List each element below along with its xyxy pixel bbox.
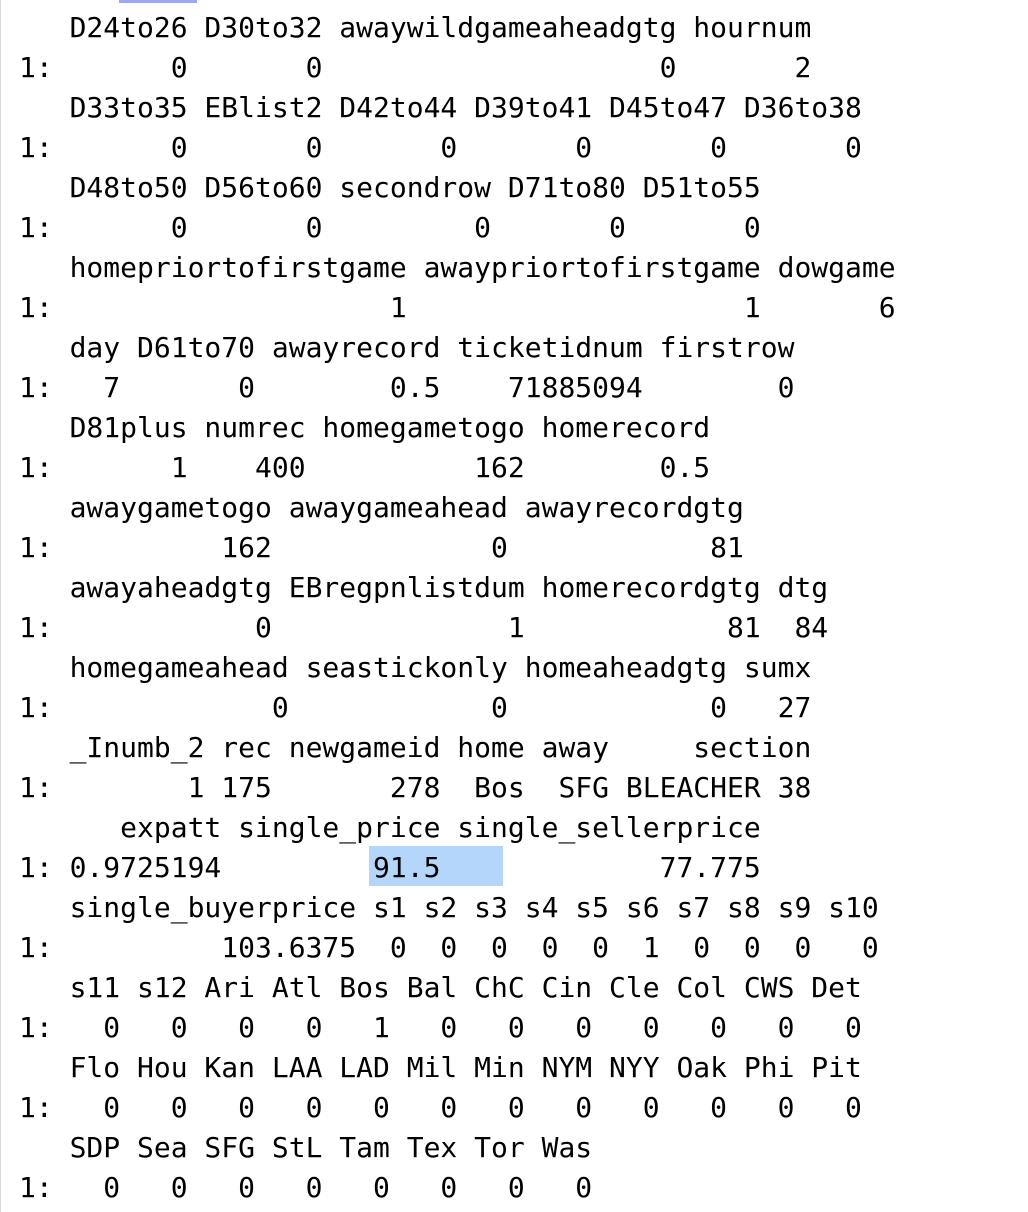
value-row-5: 1: 7 0 0.5 71885094 0 xyxy=(19,371,795,404)
header-row-11: expatt single_price single_sellerprice xyxy=(19,811,761,844)
value-row-11[interactable]: 1: 0.9725194 91.5 77.775 xyxy=(19,848,761,888)
value-row-1: 1: 0 0 0 2 xyxy=(19,51,812,84)
value-row-6: 1: 1 400 162 0.5 xyxy=(19,451,711,484)
header-row-5: day D61to70 awayrecord ticketidnum first… xyxy=(19,331,795,364)
header-row-4: homepriortofirstgame awaypriortofirstgam… xyxy=(19,251,896,284)
header-row-6: D81plus numrec homegametogo homerecord xyxy=(19,411,711,444)
header-row-3: D48to50 D56to60 secondrow D71to80 D51to5… xyxy=(19,171,761,204)
value-row-7: 1: 162 0 81 xyxy=(19,531,744,564)
value-row-10: 1: 1 175 278 Bos SFG BLEACHER 38 xyxy=(19,771,812,804)
header-row-7: awaygametogo awaygameahead awayrecordgtg xyxy=(19,491,744,524)
header-row-9: homegameahead seastickonly homeaheadgtg … xyxy=(19,651,812,684)
header-row-1: D24to26 D30to32 awaywildgameaheadgtg hou… xyxy=(19,11,812,44)
value-row-12: 1: 103.6375 0 0 0 0 0 1 0 0 0 0 xyxy=(19,931,879,964)
header-row-10: _Inumb_2 rec newgameid home away section xyxy=(19,731,812,764)
header-row-12: single_buyerprice s1 s2 s3 s4 s5 s6 s7 s… xyxy=(19,891,879,924)
value-row-3: 1: 0 0 0 0 0 xyxy=(19,211,761,244)
r-console-output[interactable]: D24to26 D30to32 awaywildgameaheadgtg hou… xyxy=(0,0,1028,1212)
value-row-4: 1: 1 1 6 xyxy=(19,291,896,324)
header-row-14: Flo Hou Kan LAA LAD Mil Min NYM NYY Oak … xyxy=(19,1051,862,1084)
value-row-9: 1: 0 0 0 27 xyxy=(19,691,812,724)
header-row-15: SDP Sea SFG StL Tam Tex Tor Was xyxy=(19,1131,593,1164)
value-row-13: 1: 0 0 0 0 1 0 0 0 0 0 0 0 xyxy=(19,1011,862,1044)
header-row-8: awayaheadgtg EBregpnlistdum homerecordgt… xyxy=(19,571,829,604)
header-row-2: D33to35 EBlist2 D42to44 D39to41 D45to47 … xyxy=(19,91,862,124)
value-row-15: 1: 0 0 0 0 0 0 0 0 xyxy=(19,1171,593,1204)
header-row-13: s11 s12 Ari Atl Bos Bal ChC Cin Cle Col … xyxy=(19,971,862,1004)
value-row-2: 1: 0 0 0 0 0 0 xyxy=(19,131,862,164)
value-row-8: 1: 0 1 81 84 xyxy=(19,611,829,644)
scrolled-prompt-fragment xyxy=(119,0,197,3)
value-row-14: 1: 0 0 0 0 0 0 0 0 0 0 0 0 xyxy=(19,1091,862,1124)
